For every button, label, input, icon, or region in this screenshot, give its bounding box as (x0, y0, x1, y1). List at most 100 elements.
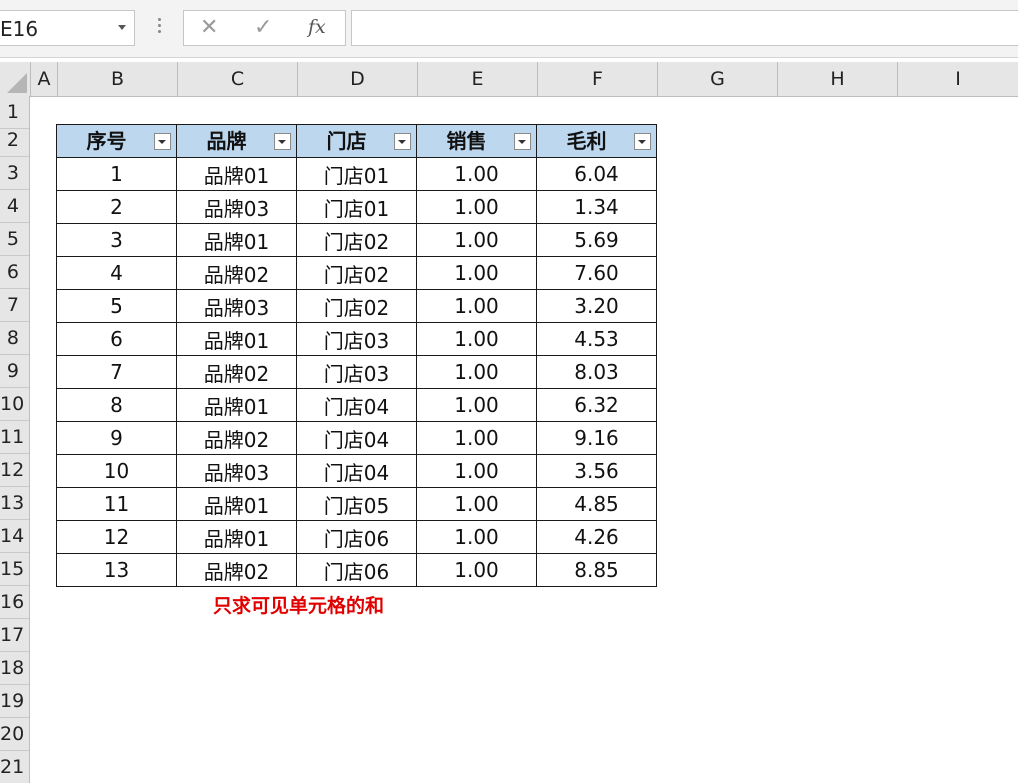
filter-dropdown-icon[interactable] (514, 133, 531, 150)
cell[interactable]: 1.00 (416, 190, 537, 224)
row-header[interactable]: 18 (0, 652, 29, 685)
row-header[interactable]: 21 (0, 751, 29, 783)
header-cell-xuhao[interactable]: 序号 (56, 124, 177, 158)
cell[interactable]: 1.00 (416, 289, 537, 323)
cell[interactable]: 品牌01 (176, 322, 297, 356)
row-header[interactable]: 14 (0, 520, 29, 553)
cell[interactable]: 3.20 (536, 289, 657, 323)
cell[interactable]: 1.00 (416, 454, 537, 488)
cell[interactable]: 1.00 (416, 520, 537, 554)
column-header-a[interactable]: A (30, 62, 57, 96)
cell[interactable]: 1.00 (416, 223, 537, 257)
filter-dropdown-icon[interactable] (154, 133, 171, 150)
cell[interactable]: 品牌03 (176, 190, 297, 224)
row-header[interactable]: 2 (0, 124, 29, 157)
cell[interactable]: 门店05 (296, 487, 417, 521)
row-header[interactable]: 3 (0, 157, 29, 190)
column-header-g[interactable]: G (657, 62, 777, 96)
enter-icon[interactable]: ✓ (254, 15, 272, 40)
cell[interactable]: 门店02 (296, 256, 417, 290)
cell[interactable]: 门店02 (296, 223, 417, 257)
cancel-icon[interactable]: ✕ (200, 15, 218, 40)
cell[interactable]: 门店06 (296, 520, 417, 554)
row-header[interactable]: 17 (0, 619, 29, 652)
cell[interactable]: 品牌01 (176, 157, 297, 191)
cell[interactable]: 1.34 (536, 190, 657, 224)
row-header[interactable]: 5 (0, 223, 29, 256)
cell[interactable]: 门店01 (296, 190, 417, 224)
row-header[interactable]: 20 (0, 718, 29, 751)
filter-dropdown-icon[interactable] (394, 133, 411, 150)
cell[interactable]: 9 (56, 421, 177, 455)
insert-function-icon[interactable]: fx (308, 16, 326, 38)
header-cell-xiaoshou[interactable]: 销售 (416, 124, 537, 158)
cell[interactable]: 1.00 (416, 256, 537, 290)
column-header-f[interactable]: F (537, 62, 657, 96)
cell[interactable]: 品牌01 (176, 223, 297, 257)
cell[interactable]: 12 (56, 520, 177, 554)
cell[interactable]: 品牌02 (176, 553, 297, 587)
cell[interactable]: 11 (56, 487, 177, 521)
row-header[interactable]: 10 (0, 388, 29, 421)
cell[interactable]: 6.04 (536, 157, 657, 191)
cell[interactable]: 10 (56, 454, 177, 488)
cell[interactable]: 品牌02 (176, 256, 297, 290)
header-cell-maoli[interactable]: 毛利 (536, 124, 657, 158)
cell[interactable]: 品牌03 (176, 454, 297, 488)
cell[interactable]: 1.00 (416, 157, 537, 191)
cell[interactable]: 4 (56, 256, 177, 290)
cell[interactable]: 门店04 (296, 421, 417, 455)
row-header[interactable]: 8 (0, 322, 29, 355)
cell[interactable]: 6.32 (536, 388, 657, 422)
cell[interactable]: 门店03 (296, 355, 417, 389)
column-header-h[interactable]: H (777, 62, 897, 96)
row-header[interactable]: 9 (0, 355, 29, 388)
cell[interactable]: 13 (56, 553, 177, 587)
header-cell-mendian[interactable]: 门店 (296, 124, 417, 158)
cell[interactable]: 1.00 (416, 553, 537, 587)
chevron-down-icon[interactable] (118, 25, 126, 30)
cell[interactable]: 8.85 (536, 553, 657, 587)
row-header[interactable]: 6 (0, 256, 29, 289)
cell[interactable]: 4.26 (536, 520, 657, 554)
cell[interactable]: 1.00 (416, 388, 537, 422)
cell[interactable]: 1.00 (416, 487, 537, 521)
cell[interactable]: 品牌02 (176, 421, 297, 455)
header-cell-pinpai[interactable]: 品牌 (176, 124, 297, 158)
cell[interactable]: 品牌03 (176, 289, 297, 323)
cell[interactable]: 1.00 (416, 421, 537, 455)
filter-dropdown-icon[interactable] (274, 133, 291, 150)
filter-dropdown-icon[interactable] (634, 133, 651, 150)
cell[interactable]: 品牌01 (176, 487, 297, 521)
cell[interactable]: 8.03 (536, 355, 657, 389)
column-header-c[interactable]: C (177, 62, 297, 96)
cell[interactable]: 1 (56, 157, 177, 191)
cell[interactable]: 9.16 (536, 421, 657, 455)
formula-input[interactable] (351, 10, 1018, 46)
row-header[interactable]: 19 (0, 685, 29, 718)
name-box[interactable]: E16 (0, 10, 135, 46)
cell[interactable]: 品牌02 (176, 355, 297, 389)
row-header[interactable]: 4 (0, 190, 29, 223)
row-header[interactable]: 7 (0, 289, 29, 322)
cell[interactable]: 门店02 (296, 289, 417, 323)
row-header[interactable]: 11 (0, 421, 29, 454)
select-all-button[interactable] (0, 62, 30, 96)
cell[interactable]: 2 (56, 190, 177, 224)
cell[interactable]: 门店04 (296, 454, 417, 488)
cell[interactable]: 3 (56, 223, 177, 257)
row-header[interactable]: 13 (0, 487, 29, 520)
drag-handle-icon[interactable] (158, 18, 162, 38)
cell[interactable]: 门店01 (296, 157, 417, 191)
cell[interactable]: 门店06 (296, 553, 417, 587)
column-header-e[interactable]: E (417, 62, 537, 96)
column-header-d[interactable]: D (297, 62, 417, 96)
cell[interactable]: 5 (56, 289, 177, 323)
cell[interactable]: 8 (56, 388, 177, 422)
row-header[interactable]: 15 (0, 553, 29, 586)
cell[interactable]: 3.56 (536, 454, 657, 488)
row-header[interactable]: 16 (0, 586, 29, 619)
cell[interactable]: 4.53 (536, 322, 657, 356)
cell[interactable]: 5.69 (536, 223, 657, 257)
cell[interactable]: 品牌01 (176, 388, 297, 422)
